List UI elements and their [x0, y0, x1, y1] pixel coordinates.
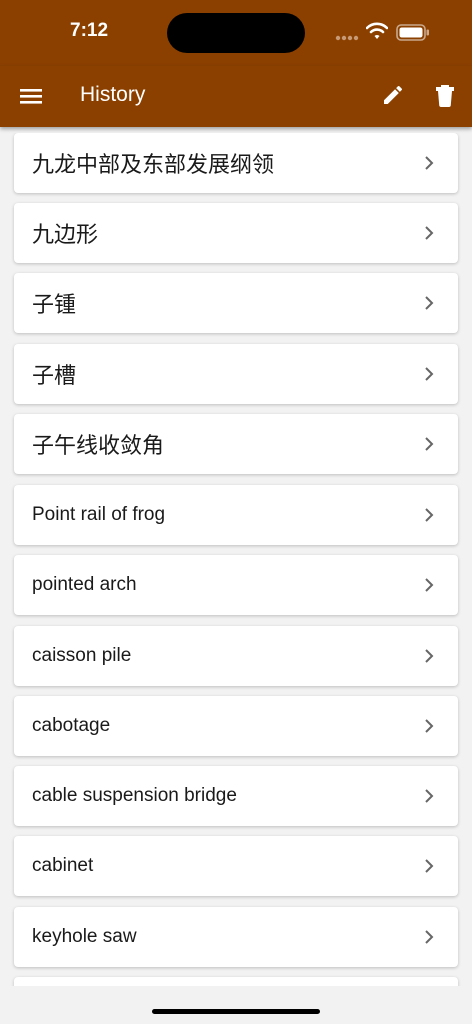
- dynamic-island: [167, 13, 305, 53]
- status-bar: 7:12: [0, 0, 472, 66]
- menu-icon[interactable]: [20, 86, 42, 106]
- list-item[interactable]: 子午线收敛角: [14, 414, 458, 474]
- list-item[interactable]: 九龙中部及东部发展纲领: [14, 133, 458, 193]
- chevron-right-icon: [425, 859, 434, 873]
- list-item[interactable]: cabinet: [14, 836, 458, 896]
- list-item-label: cabinet: [32, 855, 94, 876]
- list-item[interactable]: cabotage: [14, 696, 458, 756]
- battery-icon: [396, 24, 429, 41]
- list-item-label: cabotage: [32, 715, 111, 736]
- history-list: 九龙中部及东部发展纲领 九边形 子锺 子槽 子午线收敛角 Point rail …: [0, 133, 472, 986]
- wifi-icon: [366, 22, 388, 39]
- chevron-right-icon: [425, 226, 434, 240]
- list-item[interactable]: cable suspension bridge: [14, 766, 458, 826]
- trash-icon[interactable]: [434, 83, 456, 107]
- chevron-right-icon: [425, 508, 434, 522]
- list-item-label: 子槽: [32, 364, 77, 389]
- list-item-label: Point rail of frog: [32, 504, 166, 525]
- chevron-right-icon: [425, 156, 434, 170]
- chevron-right-icon: [425, 367, 434, 381]
- app-bar: History: [0, 66, 472, 127]
- chevron-right-icon: [425, 719, 434, 733]
- list-item[interactable]: keyhole saw: [14, 907, 458, 967]
- list-item-label: 九龙中部及东部发展纲领: [32, 153, 275, 178]
- page-title: History: [80, 83, 146, 106]
- chevron-right-icon: [425, 789, 434, 803]
- list-item-label: pointed arch: [32, 574, 137, 595]
- list-item[interactable]: 九边形: [14, 203, 458, 263]
- home-indicator[interactable]: [152, 1009, 320, 1014]
- list-item[interactable]: 子锺: [14, 273, 458, 333]
- chevron-right-icon: [425, 437, 434, 451]
- list-item-label: 子锺: [32, 293, 77, 318]
- list-item[interactable]: 子槽: [14, 344, 458, 404]
- list-item[interactable]: caisson pile: [14, 626, 458, 686]
- list-item-label: 子午线收敛角: [32, 434, 165, 459]
- list-item-label: cable suspension bridge: [32, 785, 237, 806]
- cellular-signal-icon: [335, 35, 359, 41]
- list-item[interactable]: Point rail of frog: [14, 485, 458, 545]
- status-time: 7:12: [70, 20, 109, 41]
- list-item-partial[interactable]: [14, 977, 458, 986]
- chevron-right-icon: [425, 296, 434, 310]
- list-item-label: caisson pile: [32, 645, 132, 666]
- list-item-label: keyhole saw: [32, 926, 137, 947]
- chevron-right-icon: [425, 578, 434, 592]
- chevron-right-icon: [425, 930, 434, 944]
- chevron-right-icon: [425, 649, 434, 663]
- pencil-icon[interactable]: [381, 83, 405, 107]
- list-item[interactable]: pointed arch: [14, 555, 458, 615]
- list-item-label: 九边形: [32, 223, 99, 248]
